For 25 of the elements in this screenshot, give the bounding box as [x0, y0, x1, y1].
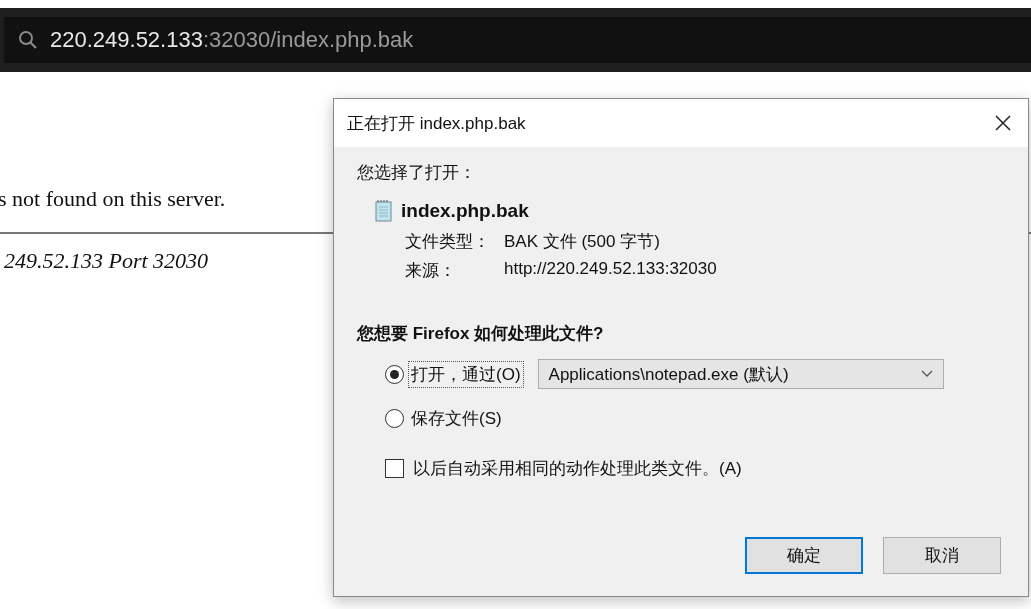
- radio-button[interactable]: [385, 364, 404, 384]
- chevron-down-icon: [920, 370, 933, 378]
- close-icon[interactable]: [994, 114, 1012, 132]
- detail-label: 来源：: [405, 260, 457, 282]
- app-dropdown[interactable]: Applications\notepad.exe (默认): [537, 359, 944, 389]
- file-name: index.php.bak: [401, 200, 529, 222]
- server-signature: 249.52.133 Port 32030: [4, 248, 209, 274]
- question-text: 您想要 Firefox 如何处理此文件?: [357, 323, 605, 345]
- search-icon: [18, 30, 38, 50]
- radio-button[interactable]: [385, 408, 404, 428]
- checkbox[interactable]: [385, 458, 404, 478]
- detail-value: BAK 文件 (500 字节): [504, 231, 661, 253]
- dialog-title: 正在打开 index.php.bak: [347, 112, 526, 135]
- intro-text: 您选择了打开：: [357, 162, 477, 184]
- cancel-button[interactable]: 取消: [883, 537, 1001, 574]
- url-path: :32030/index.php.bak: [202, 27, 414, 53]
- detail-value: http://220.249.52.133:32030: [504, 259, 717, 280]
- checkbox-label[interactable]: 以后自动采用相同的动作处理此类文件。(A): [410, 454, 745, 482]
- radio-label[interactable]: 保存文件(S): [408, 404, 505, 432]
- url-host: 220.249.52.133: [50, 27, 203, 53]
- detail-label: 文件类型：: [405, 231, 490, 253]
- address-field[interactable]: 220.249.52.133:32030/index.php.bak: [4, 17, 1031, 63]
- notepad-icon: [373, 200, 393, 222]
- ok-button[interactable]: 确定: [745, 537, 863, 574]
- radio-label[interactable]: 打开，通过(O): [408, 360, 524, 388]
